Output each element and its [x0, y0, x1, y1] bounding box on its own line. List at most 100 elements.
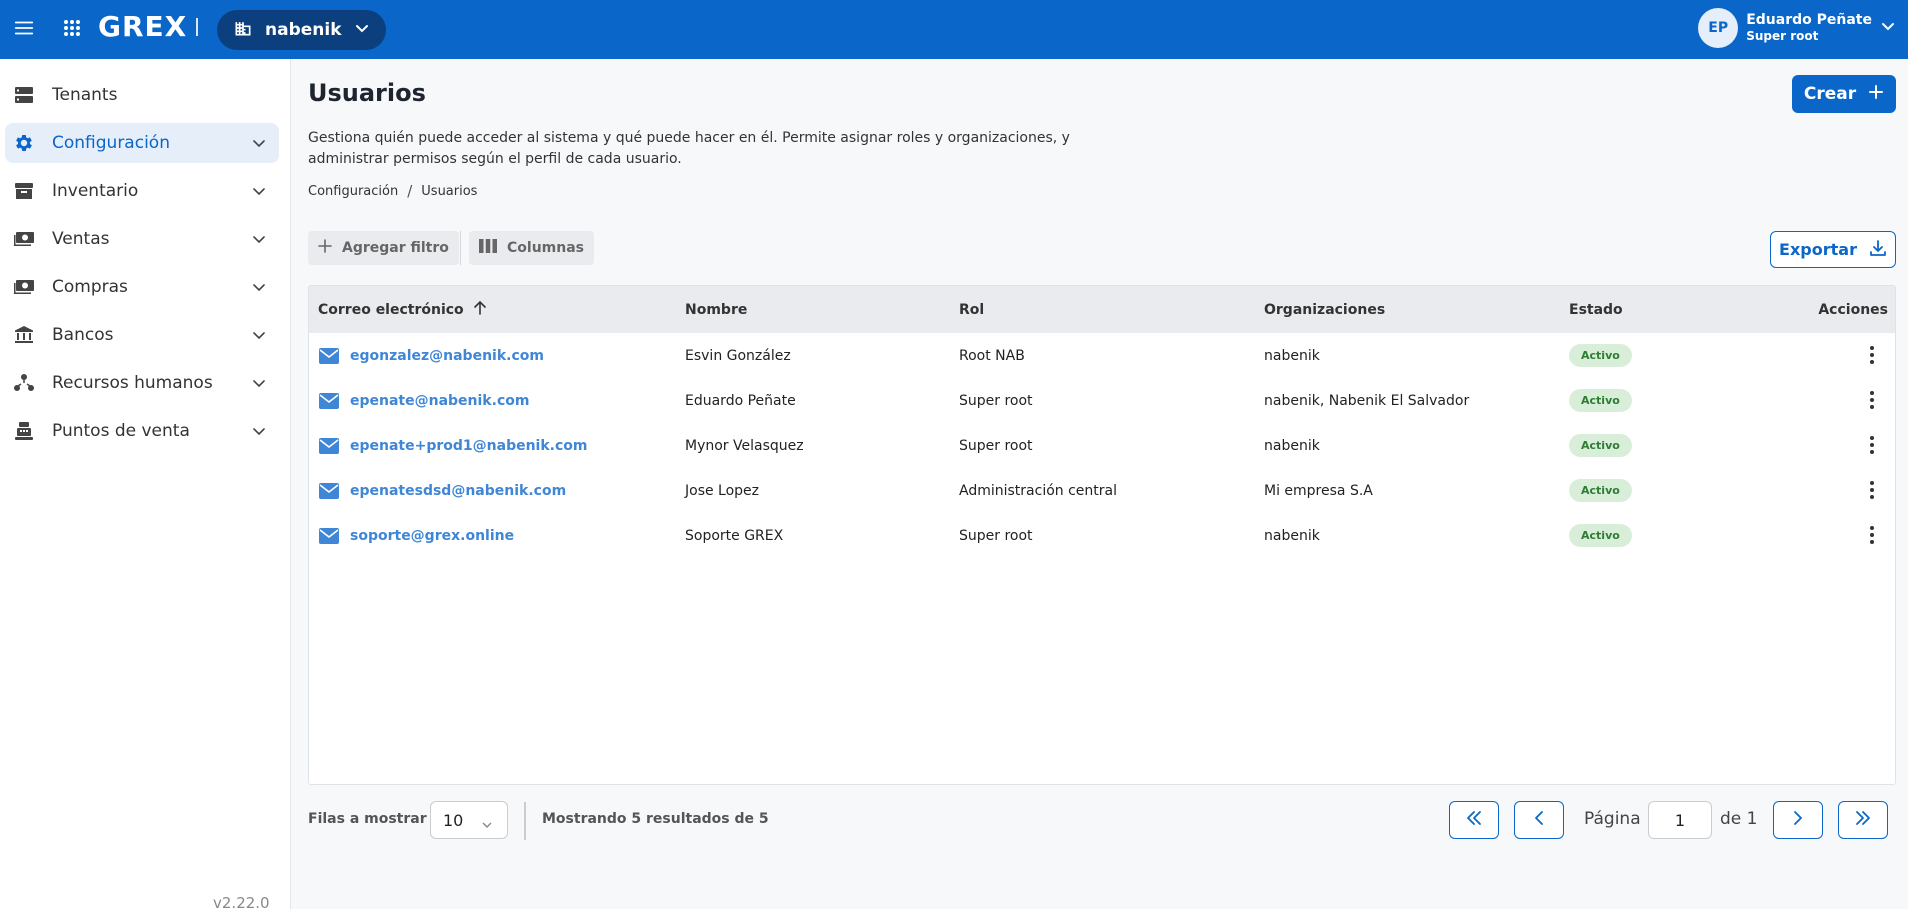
- column-header-nombre[interactable]: Nombre: [685, 286, 747, 333]
- menu-icon[interactable]: [12, 16, 36, 40]
- apps-grid-icon[interactable]: [60, 16, 84, 40]
- user-email-link[interactable]: egonzalez@nabenik.com: [350, 348, 544, 364]
- page-title: Usuarios: [308, 79, 426, 107]
- table-row[interactable]: epenate@nabenik.com Eduardo Peñate Super…: [309, 378, 1895, 423]
- column-header-acciones: Acciones: [1818, 301, 1888, 318]
- add-filter-button[interactable]: Agregar filtro: [308, 231, 459, 265]
- page-label: Página: [1584, 809, 1641, 829]
- user-name: Mynor Velasquez: [685, 437, 804, 454]
- results-count: Mostrando 5 resultados de 5: [542, 811, 769, 827]
- user-role: Super root: [1746, 29, 1819, 44]
- column-header-estado[interactable]: Estado: [1569, 286, 1623, 333]
- sidebar-item-inventario[interactable]: Inventario: [5, 171, 279, 211]
- user-organizations: nabenik: [1264, 437, 1320, 454]
- cash-register-icon: [13, 420, 35, 442]
- cash-icon: [13, 228, 35, 250]
- last-page-button[interactable]: [1838, 801, 1888, 839]
- breadcrumb-item-usuarios: Usuarios: [421, 183, 478, 199]
- row-actions-more-icon[interactable]: [1861, 479, 1883, 501]
- user-organizations: nabenik, Nabenik El Salvador: [1264, 392, 1470, 409]
- previous-page-button[interactable]: [1514, 801, 1564, 839]
- rows-per-page-label: Filas a mostrar: [308, 811, 427, 827]
- column-header-email[interactable]: Correo electrónico: [318, 286, 488, 333]
- column-header-rol[interactable]: Rol: [959, 286, 984, 333]
- table-row[interactable]: epenatesdsd@nabenik.com Jose Lopez Admin…: [309, 468, 1895, 513]
- sidebar-item-bancos[interactable]: Bancos: [5, 315, 279, 355]
- sidebar-item-label: Compras: [52, 277, 128, 297]
- sidebar-item-label: Recursos humanos: [52, 373, 213, 393]
- avatar: EP: [1698, 8, 1739, 48]
- chevron-down-icon: [251, 279, 267, 295]
- building-icon: [233, 18, 253, 42]
- table-row[interactable]: epenate+prod1@nabenik.com Mynor Velasque…: [309, 423, 1895, 468]
- user-name: Soporte GREX: [685, 527, 784, 544]
- user-name: Jose Lopez: [685, 482, 760, 499]
- archive-box-icon: [13, 180, 35, 202]
- status-badge: Activo: [1569, 389, 1632, 412]
- user-menu[interactable]: EP Eduardo Peñate Super root: [1698, 8, 1896, 48]
- next-page-button[interactable]: [1773, 801, 1823, 839]
- row-actions-more-icon[interactable]: [1861, 344, 1883, 366]
- rows-per-page-select[interactable]: 10: [430, 801, 508, 839]
- bank-icon: [13, 324, 35, 346]
- row-actions-more-icon[interactable]: [1861, 389, 1883, 411]
- footer-divider: [524, 802, 526, 840]
- sidebar-item-tenants[interactable]: Tenants: [5, 75, 279, 115]
- sidebar-item-label: Ventas: [52, 229, 110, 249]
- top-bar: GREX nabenik EP Eduardo Peñate Super roo…: [0, 0, 1908, 59]
- cash-icon: [13, 276, 35, 298]
- user-name: Eduardo Peñate: [1746, 11, 1872, 28]
- sidebar-item-label: Puntos de venta: [52, 421, 190, 441]
- sidebar-item-puntos-de-venta[interactable]: Puntos de venta: [5, 411, 279, 451]
- logo-divider: [196, 18, 198, 36]
- tenant-selector[interactable]: nabenik: [217, 10, 386, 50]
- user-role: Administración central: [959, 482, 1117, 499]
- columns-button[interactable]: Columnas: [469, 231, 594, 265]
- user-role: Root NAB: [959, 347, 1025, 364]
- table-row[interactable]: soporte@grex.online Soporte GREX Super r…: [309, 513, 1895, 558]
- breadcrumb: Configuración / Usuarios: [308, 182, 477, 200]
- create-button-label: Crear: [1803, 84, 1857, 104]
- plus-icon: [1868, 84, 1884, 105]
- user-email-link[interactable]: epenatesdsd@nabenik.com: [350, 483, 566, 499]
- row-actions-more-icon[interactable]: [1861, 524, 1883, 546]
- table-row[interactable]: egonzalez@nabenik.com Esvin González Roo…: [309, 333, 1895, 378]
- column-header-label: Correo electrónico: [318, 301, 464, 318]
- user-email-link[interactable]: epenate+prod1@nabenik.com: [350, 438, 587, 454]
- sidebar-item-configuracion[interactable]: Configuración: [5, 123, 279, 163]
- user-email-link[interactable]: epenate@nabenik.com: [350, 393, 529, 409]
- column-header-organizaciones[interactable]: Organizaciones: [1264, 286, 1385, 333]
- user-name: Eduardo Peñate: [685, 392, 796, 409]
- user-email-link[interactable]: soporte@grex.online: [350, 528, 514, 544]
- table-header: Correo electrónico Nombre Rol Organizaci…: [309, 286, 1895, 333]
- sidebar-item-compras[interactable]: Compras: [5, 267, 279, 307]
- plus-icon: [318, 239, 332, 257]
- chevron-down-icon: [251, 327, 267, 343]
- breadcrumb-item-configuracion[interactable]: Configuración: [308, 184, 398, 199]
- double-chevron-right-icon: [1854, 810, 1872, 830]
- status-badge: Activo: [1569, 434, 1632, 457]
- export-label: Exportar: [1779, 240, 1857, 259]
- sidebar-item-ventas[interactable]: Ventas: [5, 219, 279, 259]
- user-name: Esvin González: [685, 347, 791, 364]
- users-table: Correo electrónico Nombre Rol Organizaci…: [308, 285, 1896, 785]
- user-role: Super root: [959, 392, 1033, 409]
- chevron-down-icon: [251, 135, 267, 151]
- app-logo[interactable]: GREX: [98, 10, 187, 43]
- gear-icon: [13, 132, 35, 154]
- sidebar-item-label: Bancos: [52, 325, 114, 345]
- user-organizations: Mi empresa S.A: [1264, 482, 1373, 499]
- download-icon: [1869, 239, 1887, 261]
- chevron-down-icon: [251, 375, 267, 391]
- user-role: Super root: [959, 527, 1033, 544]
- page-number-input[interactable]: [1648, 801, 1712, 839]
- status-badge: Activo: [1569, 344, 1632, 367]
- export-button[interactable]: Exportar: [1770, 231, 1896, 268]
- people-network-icon: [13, 372, 35, 394]
- rows-per-page-value: 10: [443, 810, 464, 830]
- first-page-button[interactable]: [1449, 801, 1499, 839]
- breadcrumb-separator: /: [407, 182, 413, 200]
- sidebar-item-recursos-humanos[interactable]: Recursos humanos: [5, 363, 279, 403]
- create-button[interactable]: Crear: [1792, 75, 1896, 113]
- row-actions-more-icon[interactable]: [1861, 434, 1883, 456]
